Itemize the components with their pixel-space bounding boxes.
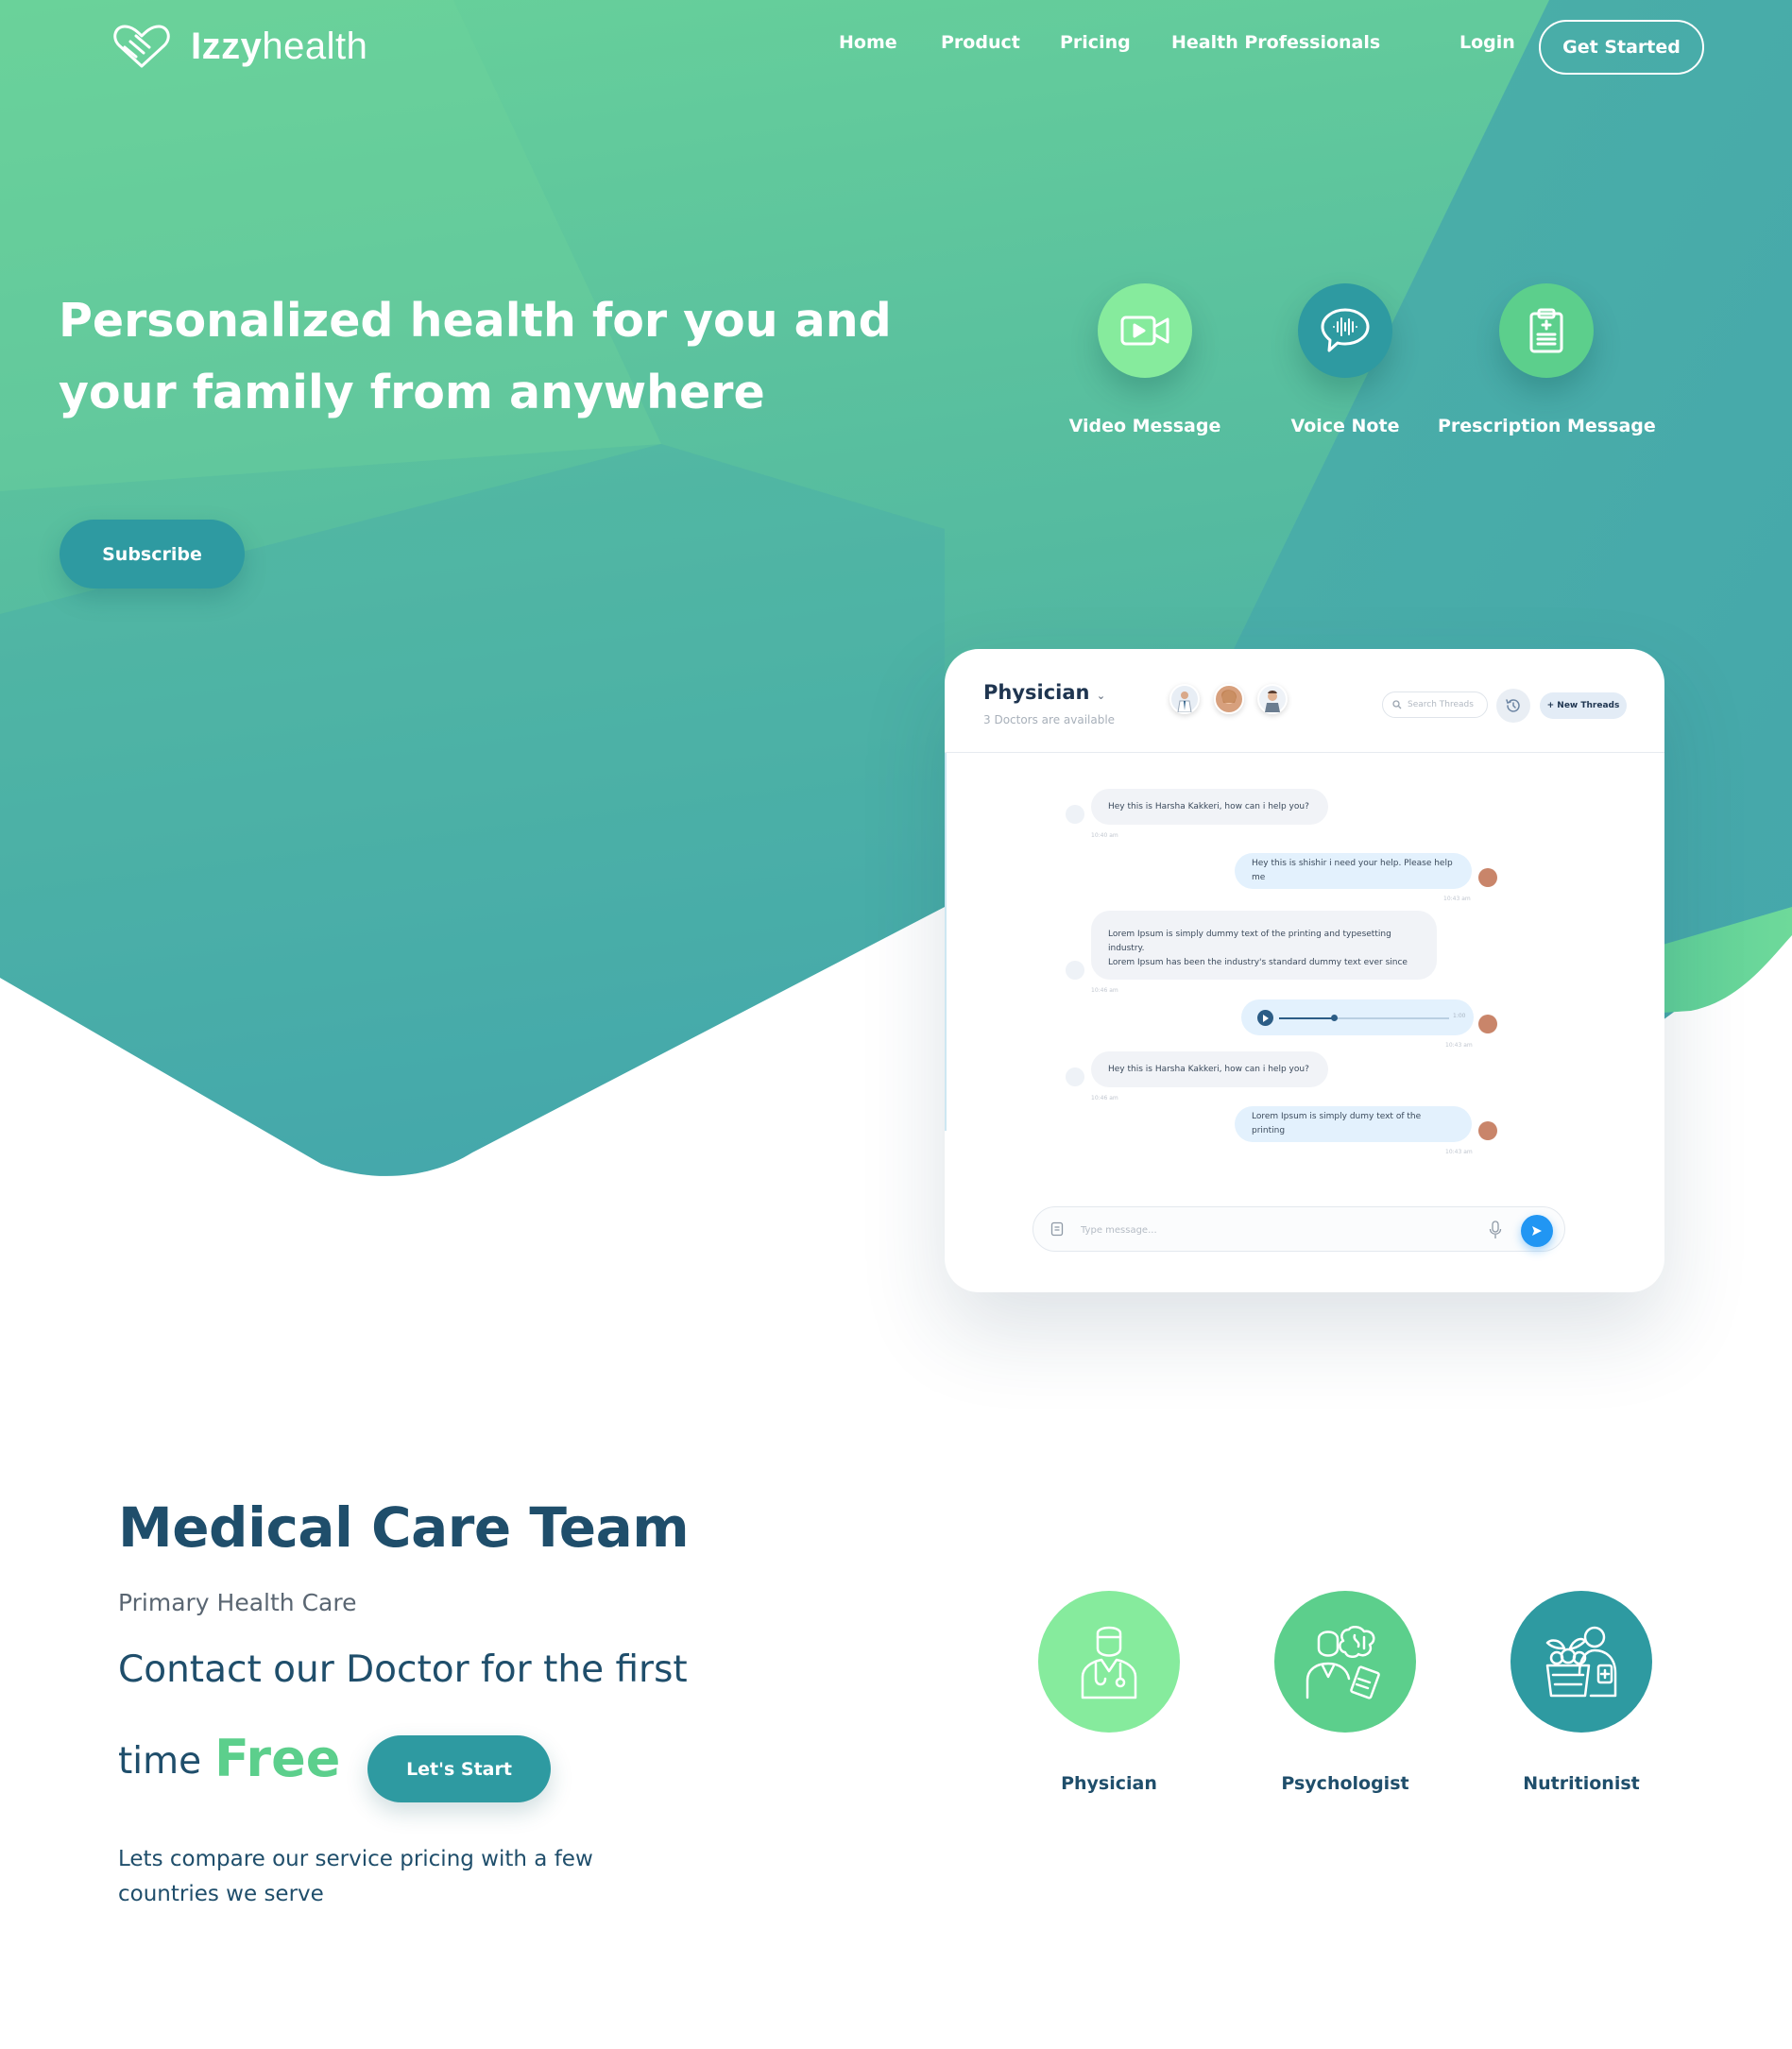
divider <box>945 753 947 1131</box>
lets-start-button[interactable]: Let's Start <box>367 1735 551 1802</box>
compare-line: Lets compare our service pricing with a … <box>118 1847 593 1871</box>
team-label: Nutritionist <box>1523 1773 1640 1794</box>
chat-title[interactable]: Physician ⌄ <box>983 681 1105 704</box>
handshake-heart-icon <box>113 25 170 68</box>
contact-doctor-text: Contact our Doctor for the first <box>118 1648 688 1691</box>
feature-prescription-message[interactable]: Prescription Message <box>1438 283 1656 436</box>
brand-name: Izzyhealth <box>191 25 368 67</box>
subscribe-button[interactable]: Subscribe <box>60 520 245 589</box>
nutritionist-fruit-basket-icon <box>1510 1591 1652 1733</box>
team-psychologist[interactable]: Psychologist <box>1251 1591 1440 1794</box>
psychologist-brain-icon <box>1274 1591 1416 1733</box>
feature-voice-note[interactable]: Voice Note <box>1237 283 1454 436</box>
top-navigation: Izzyhealth Home Product Pricing Health P… <box>0 0 1792 94</box>
team-physician[interactable]: Physician <box>1015 1591 1203 1794</box>
message-time: 10:46 am <box>1091 1095 1118 1101</box>
doctor-avatar <box>1066 1067 1084 1086</box>
message-line: Lorem Ipsum is simply dummy text of the … <box>1108 930 1391 953</box>
message-time: 10:43 am <box>1445 1042 1473 1049</box>
team-label: Psychologist <box>1281 1773 1409 1794</box>
message-composer <box>1033 1206 1565 1252</box>
voice-note-message: 1:00 <box>1241 999 1474 1035</box>
message-time: 10:46 am <box>1091 987 1118 994</box>
user-avatar <box>1478 1121 1497 1140</box>
history-icon <box>1506 699 1520 712</box>
new-threads-button[interactable]: + New Threads <box>1540 692 1627 719</box>
feature-label: Prescription Message <box>1438 416 1656 436</box>
time-word: time <box>118 1740 202 1783</box>
team-label: Physician <box>1061 1773 1157 1794</box>
search-placeholder: Search Threads <box>1408 700 1474 709</box>
compare-pricing-text: Lets compare our service pricing with a … <box>118 1842 647 1912</box>
nav-link-product[interactable]: Product <box>941 32 1020 53</box>
message-time: 10:43 am <box>1443 896 1471 902</box>
feature-label: Video Message <box>1068 416 1221 436</box>
history-button[interactable] <box>1496 689 1530 723</box>
chat-message: Hey this is Harsha Kakkeri, how can i he… <box>1091 789 1328 825</box>
feature-video-message[interactable]: Video Message <box>1036 283 1254 436</box>
chat-header: Physician ⌄ 3 Doctors are available Sear… <box>945 649 1664 753</box>
hero-title-line-2: your family from anywhere <box>59 366 765 419</box>
attachment-icon[interactable] <box>1050 1221 1064 1237</box>
brand-logo[interactable]: Izzyhealth <box>111 23 367 70</box>
message-line: Lorem Ipsum has been the industry's stan… <box>1108 958 1408 967</box>
doctor-avatar <box>1066 961 1084 980</box>
search-threads-input[interactable]: Search Threads <box>1382 692 1488 718</box>
play-button[interactable] <box>1257 1010 1273 1026</box>
audio-progress-track[interactable] <box>1279 1015 1449 1021</box>
chat-message: Lorem Ipsum is simply dummy text of the … <box>1091 911 1437 980</box>
nav-link-login[interactable]: Login <box>1459 32 1515 53</box>
microphone-icon[interactable] <box>1489 1221 1502 1239</box>
chat-preview-card: Physician ⌄ 3 Doctors are available Sear… <box>945 649 1664 1292</box>
compare-line: countries we serve <box>118 1882 324 1906</box>
doctor-avatar <box>1066 805 1084 824</box>
message-input[interactable] <box>1081 1221 1477 1239</box>
play-icon <box>1263 1014 1269 1022</box>
message-time: 10:43 am <box>1445 1149 1473 1155</box>
nav-link-home[interactable]: Home <box>839 32 897 53</box>
audio-progress-fill <box>1279 1017 1334 1019</box>
doctor-avatar[interactable] <box>1169 684 1200 714</box>
doctor-avatar[interactable] <box>1257 684 1288 714</box>
user-avatar <box>1478 1015 1497 1033</box>
message-time: 10:40 am <box>1091 832 1118 839</box>
search-icon <box>1392 700 1402 709</box>
voice-chat-bubble-icon <box>1298 283 1392 378</box>
chevron-down-icon: ⌄ <box>1096 690 1106 702</box>
user-avatar <box>1478 868 1497 887</box>
hero-title: Personalized health for you and your fam… <box>59 285 909 429</box>
video-camera-icon <box>1098 283 1192 378</box>
clipboard-prescription-icon <box>1499 283 1594 378</box>
feature-label: Voice Note <box>1290 416 1400 436</box>
hero-title-line-1: Personalized health for you and <box>59 294 892 348</box>
nav-link-health-professionals[interactable]: Health Professionals <box>1171 32 1380 53</box>
doctor-icon <box>1038 1591 1180 1733</box>
chat-message: Lorem Ipsum is simply dumy text of the p… <box>1235 1106 1472 1142</box>
free-highlight: Free <box>214 1729 341 1788</box>
chat-subtitle: 3 Doctors are available <box>983 713 1116 726</box>
send-button[interactable] <box>1521 1215 1553 1247</box>
audio-duration: 1:00 <box>1453 1013 1466 1019</box>
get-started-button[interactable]: Get Started <box>1539 20 1704 75</box>
medical-care-team-title: Medical Care Team <box>118 1495 690 1560</box>
nav-link-pricing[interactable]: Pricing <box>1060 32 1131 53</box>
team-nutritionist[interactable]: Nutritionist <box>1487 1591 1676 1794</box>
chat-message: Hey this is shishir i need your help. Pl… <box>1235 853 1472 889</box>
chat-message: Hey this is Harsha Kakkeri, how can i he… <box>1091 1051 1328 1087</box>
audio-scrub-handle[interactable] <box>1330 1015 1338 1021</box>
primary-health-care-subtitle: Primary Health Care <box>118 1589 357 1616</box>
send-icon <box>1532 1226 1542 1236</box>
doctor-avatar[interactable] <box>1214 684 1244 714</box>
